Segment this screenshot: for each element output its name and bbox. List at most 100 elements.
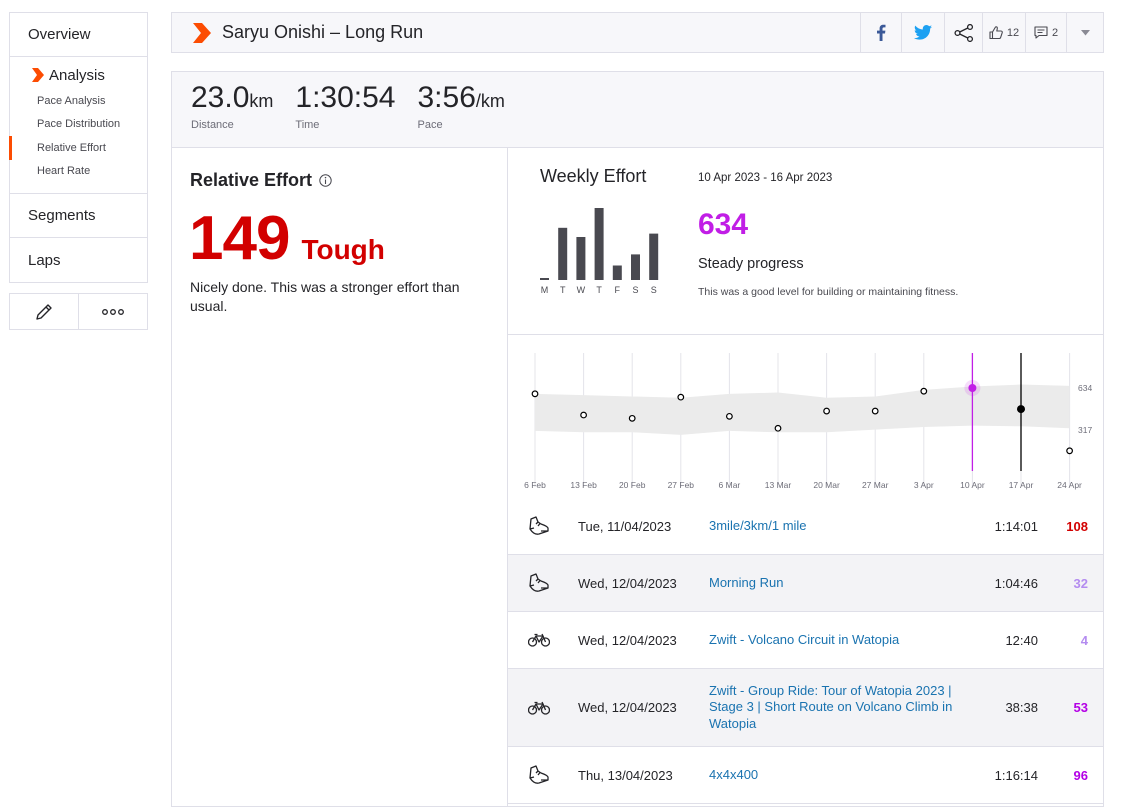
sidebar-item-relative-effort[interactable]: Relative Effort — [9, 136, 147, 160]
activity-duration: 1:04:46 — [994, 575, 1038, 591]
twitter-icon — [914, 25, 932, 40]
activity-row[interactable]: Thu, 13/04/2023 4x4x400 1:16:14 96 — [508, 747, 1103, 804]
activity-link[interactable]: 3mile/3km/1 mile — [709, 518, 964, 535]
weekly-effort-panel: Weekly Effort 10 Apr 2023 - 16 Apr 2023 … — [508, 148, 1103, 806]
comment-icon — [1034, 26, 1048, 39]
effort-description: Nicely done. This was a stronger effort … — [190, 279, 460, 314]
sidebar-item-pace-distribution[interactable]: Pace Distribution — [10, 113, 147, 137]
activity-row[interactable]: Tue, 11/04/2023 3mile/3km/1 mile 1:14:01… — [508, 498, 1103, 555]
data-point[interactable] — [1017, 405, 1025, 414]
x-tick-label: 3 Apr — [914, 480, 934, 490]
data-point[interactable] — [774, 424, 782, 432]
sidebar-item-laps[interactable]: Laps — [10, 238, 147, 282]
relative-effort-title: Relative Effort — [190, 170, 313, 190]
kudos-count: 12 — [1006, 26, 1020, 39]
activity-link[interactable]: Morning Run — [709, 575, 964, 592]
weekly-bar-day-label: S — [651, 285, 657, 295]
sidebar-item-overview[interactable]: Overview — [10, 13, 147, 57]
data-point[interactable] — [968, 384, 977, 392]
sidebar-item-analysis[interactable]: Analysis — [10, 65, 147, 85]
x-tick-label: 24 Apr — [1057, 480, 1082, 490]
activity-duration: 12:40 — [1005, 632, 1038, 648]
data-point[interactable] — [531, 390, 539, 398]
activity-link[interactable]: Zwift - Volcano Circuit in Watopia — [709, 632, 964, 649]
data-point[interactable] — [725, 412, 733, 420]
activity-row[interactable]: Wed, 12/04/2023 Morning Run 1:04:46 32 — [508, 555, 1103, 612]
sidebar-nav: Overview Analysis Pace Analysis Pace Dis… — [9, 12, 148, 283]
data-point[interactable] — [871, 407, 879, 415]
caret-down-icon — [1080, 29, 1090, 35]
activity-header: Saryu Onishi – Long Run 12 2 — [171, 12, 1104, 53]
activity-title: Saryu Onishi – Long Run — [222, 22, 424, 42]
activity-score: 4 — [1080, 632, 1088, 648]
data-point[interactable] — [628, 414, 636, 422]
weekly-bar-day-label: S — [632, 285, 638, 295]
data-point[interactable] — [920, 387, 928, 395]
activity-list: Tue, 11/04/2023 3mile/3km/1 mile 1:14:01… — [508, 498, 1103, 804]
stat-value: 1:30:54 — [295, 81, 396, 114]
data-point[interactable] — [1066, 447, 1073, 455]
relative-effort-panel: Relative Effort 149 Tough Nicely done. T… — [172, 148, 508, 806]
more-dots-icon — [102, 308, 124, 315]
effort-level-label: Tough — [301, 234, 385, 265]
weekly-bar — [576, 236, 586, 280]
share-twitter-button[interactable] — [901, 13, 944, 52]
data-point[interactable] — [580, 411, 587, 419]
comments-count: 2 — [1051, 26, 1059, 39]
sidebar-item-heart-rate[interactable]: Heart Rate — [10, 160, 147, 184]
activity-row[interactable]: Wed, 12/04/2023 Zwift - Volcano Circuit … — [508, 612, 1103, 669]
activity-score: 108 — [1066, 518, 1088, 534]
run-brand-icon — [193, 22, 211, 43]
activity-link[interactable]: 4x4x400 — [709, 767, 964, 784]
thumbs-up-icon — [989, 26, 1003, 39]
edit-button[interactable] — [10, 294, 79, 329]
range-band — [535, 384, 1070, 435]
x-tick-label: 10 Apr — [960, 480, 985, 490]
x-tick-label: 6 Feb — [524, 480, 546, 490]
weekly-effort-summary: Weekly Effort 10 Apr 2023 - 16 Apr 2023 … — [508, 148, 1103, 335]
activity-date: Wed, 12/04/2023 — [578, 575, 677, 591]
sidebar-item-label: Overview — [28, 26, 91, 43]
sidebar-tools — [9, 293, 148, 330]
facebook-icon — [877, 24, 886, 41]
sidebar-item-label: Analysis — [49, 66, 105, 84]
share-button[interactable] — [944, 13, 982, 52]
activity-stats: 23.0km Distance 1:30:54 Time 3:56/km Pac… — [171, 71, 1104, 148]
weekly-bar — [540, 278, 549, 280]
activity-date: Thu, 13/04/2023 — [578, 767, 673, 783]
activity-row[interactable]: Wed, 12/04/2023 Zwift - Group Ride: Tour… — [508, 669, 1103, 747]
activity-duration: 1:14:01 — [994, 518, 1038, 534]
data-point[interactable] — [823, 407, 831, 415]
share-facebook-button[interactable] — [860, 13, 901, 52]
info-icon[interactable] — [319, 174, 332, 187]
x-tick-label: 27 Feb — [668, 480, 695, 490]
x-tick-label: 13 Mar — [765, 480, 792, 490]
y-tick-label: 317 — [1078, 425, 1092, 435]
weekly-bar-chart: MTWTFSS — [540, 208, 659, 295]
comments-button[interactable]: 2 — [1025, 13, 1066, 52]
x-tick-label: 6 Mar — [719, 480, 741, 490]
analysis-panel: Relative Effort 149 Tough Nicely done. T… — [171, 147, 1104, 807]
activity-duration: 38:38 — [1005, 700, 1038, 715]
run-shoe-icon — [508, 573, 578, 593]
sidebar-item-segments[interactable]: Segments — [10, 194, 147, 238]
weekly-bar — [631, 254, 640, 280]
more-actions-dropdown[interactable] — [1066, 13, 1103, 52]
stat-unit: /km — [475, 91, 505, 111]
activity-score: 96 — [1073, 767, 1088, 783]
kudos-button[interactable]: 12 — [982, 13, 1025, 52]
data-point[interactable] — [677, 393, 685, 401]
relative-effort-score: 149 Tough — [189, 203, 385, 274]
effort-trend-chart: 6 Feb 13 Feb 20 Feb 27 Feb 6 Mar 13 Mar 20 Mar… — [524, 353, 1092, 490]
activity-score: 53 — [1073, 700, 1088, 715]
more-options-button[interactable] — [79, 294, 147, 329]
activity-link[interactable]: Zwift - Group Ride: Tour of Watopia 2023… — [709, 683, 964, 733]
weekly-note: This was a good level for building or ma… — [698, 286, 959, 298]
sidebar-item-pace-analysis[interactable]: Pace Analysis — [10, 89, 147, 113]
weekly-bar — [612, 265, 622, 280]
share-icon — [953, 23, 973, 42]
sidebar-analysis-section: Analysis Pace Analysis Pace Distribution… — [9, 57, 147, 194]
weekly-status: Steady progress — [698, 256, 804, 272]
activity-date: Tue, 11/04/2023 — [578, 518, 672, 534]
weekly-bar — [594, 208, 604, 280]
